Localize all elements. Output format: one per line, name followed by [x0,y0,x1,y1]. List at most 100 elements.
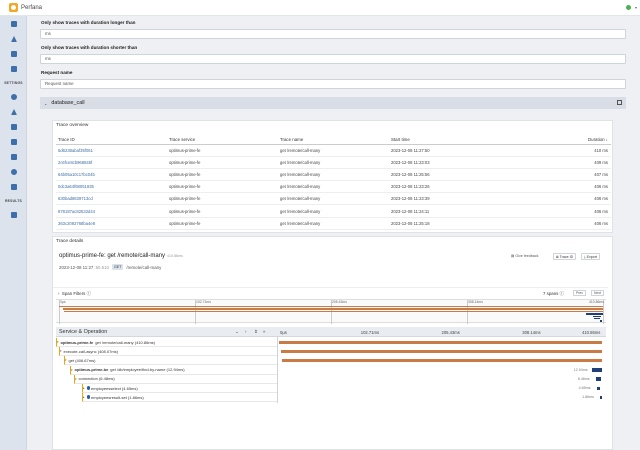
start-time-cell: 2023-12-08 11:25:56 [389,168,500,182]
span-name[interactable]: ▾ get (406.67ms) [64,356,277,366]
sidebar-item-send[interactable] [0,33,27,45]
span-row[interactable]: ▾ optimus-prime-be get /db/employee/find-b… [56,365,606,375]
perfana-logo[interactable]: Perfana [9,3,42,12]
sidebar-item-home[interactable] [0,18,27,30]
next-button[interactable]: Next [591,290,604,296]
service-operation-label: Service & Operation [59,329,108,335]
table-row[interactable]: 878187ac82532d44 optimus-prime-fe get /rem… [56,204,611,218]
trace-id-link[interactable]: 630bad6839713cd [56,192,167,206]
external-link-icon[interactable] [617,100,622,105]
span-name[interactable]: ▾ execute-call-async (408.07ms) [59,347,277,357]
sidebar-item-reports[interactable] [0,151,27,163]
span-filters-toggle[interactable]: › Span Filters ⓘ [58,291,91,297]
span-row[interactable]: ▾ execute-call-async (408.07ms) [56,347,606,357]
column-trace-id[interactable]: Trace ID [56,135,167,145]
timeline-tick-label: 308.14ms [522,330,541,335]
span-row[interactable]: ▸ employees result-set (1.86ms) 1.86ms [56,393,606,403]
expand-one-icon[interactable]: › [245,329,246,334]
span-name[interactable]: ▾ optimus-prime-be get /db/employee/find-b… [70,365,277,375]
duration-shorter-input[interactable]: ms [40,54,626,64]
trace-timestamp-suffix: :50.510 [94,264,109,270]
trace-name-cell: get /remote/call-many [278,204,389,218]
give-feedback-button[interactable]: ▤ Give feedback [511,254,538,258]
column-trace-service[interactable]: Trace service [167,135,278,145]
column-duration[interactable]: Duration ↓ [500,135,611,145]
trace-service-cell: optimus-prime-fe [167,180,278,194]
span-name[interactable]: ▾ connection (6.48ms) [74,374,277,384]
span-bar[interactable] [600,395,602,400]
expand-all-icon[interactable]: » [263,329,265,334]
chevron-down-icon[interactable]: ▾ [60,349,62,353]
accordion-title: database_call [51,100,85,106]
collapse-all-icon[interactable]: ⇕ [254,329,258,335]
span-bar[interactable] [591,368,602,372]
span-row[interactable]: ▾ optimus-prime-fe get /remote/call-many (… [56,338,606,347]
column-trace-name[interactable]: Trace name [278,135,389,145]
span-name[interactable]: ▸ employees result-set (1.86ms) [82,393,277,403]
chevron-down-icon[interactable]: ▾ [65,358,67,362]
start-time-cell: 2023-12-08 11:23:03 [389,156,500,169]
trace-id-button[interactable]: ⧉ Trace ID [553,253,577,260]
span-bar[interactable] [282,358,602,363]
trace-id-link[interactable]: 64b05a10c17bc04b [56,168,167,182]
sidebar-item-documents[interactable] [0,48,27,60]
span-name[interactable]: ▾ optimus-prime-fe get /remote/call-many (… [56,338,277,347]
span-row[interactable]: ▾ connection (6.48ms) 6.48ms [56,374,606,384]
table-row[interactable]: 0dc3a64f68051935 optimus-prime-fe get /rem… [56,180,611,194]
minimap-span-bar [599,320,603,322]
database-call-accordion[interactable]: ⌄ database_call [40,97,626,109]
span-operation: execute-call-async (408.07ms) [63,348,118,354]
span-bar[interactable] [281,349,602,354]
sidebar-item-results[interactable] [0,209,27,221]
settings-gear-icon [10,94,17,100]
sidebar-item-targets[interactable] [0,166,27,178]
table-row[interactable]: 5d6238abaf35f051 optimus-prime-fe get /rem… [56,144,611,157]
span-row[interactable]: ▾ get (406.67ms) [56,356,606,366]
duration-cell: 406 ms [500,204,611,218]
column-start-time[interactable]: Start time [389,135,500,145]
sort-arrow-icon: ↓ [605,136,608,142]
table-row[interactable]: 64b05a10c17bc04b optimus-prime-fe get /rem… [56,168,611,182]
chevron-down-icon[interactable]: ▾ [75,377,77,381]
sidebar-item-links[interactable] [0,181,27,193]
start-time-cell: 2023-12-08 11:23:39 [389,192,500,206]
chevron-down-icon[interactable]: ▸ [83,395,85,399]
status-indicator-icon[interactable] [626,5,631,10]
trace-id-link[interactable]: 5d6238abaf35f051 [56,144,167,157]
duration-longer-input[interactable]: ms [40,29,626,39]
main-content: Only show traces with duration longer th… [27,16,640,450]
span-row[interactable]: ▸ employees select (4.65ms) 4.65ms [56,384,606,393]
chevron-down-icon[interactable]: ▾ [71,368,73,372]
sidebar-item-tests[interactable] [0,106,27,118]
minimap-tick-label: 205.43ms [332,300,347,304]
span-bar[interactable] [279,340,602,344]
sidebar-item-checks[interactable] [0,136,27,148]
span-service: optimus-prime-fe [60,339,94,345]
timeline-tick-label: 0μs [280,330,287,335]
trace-id-link[interactable]: 2c6fce8cb968845f [56,156,167,169]
sidebar-section-settings: SETTINGS [4,81,23,85]
chevron-down-icon[interactable]: ⌄ [44,101,47,106]
trace-id-link[interactable]: 363c2092768ba4e8 [56,217,167,230]
trace-id-link[interactable]: 0dc3a64f68051935 [56,180,167,194]
table-row[interactable]: 363c2092768ba4e8 optimus-prime-fe get /rem… [56,217,611,230]
table-row[interactable]: 630bad6839713cd optimus-prime-fe get /remo… [56,192,611,206]
prev-button[interactable]: Prev [573,290,586,296]
chevron-down-icon[interactable]: ▸ [83,386,85,390]
collapse-one-icon[interactable]: ⌄ [235,329,239,335]
trace-minimap[interactable]: 0μs 102.71ms 205.43ms 308.14ms 410.86ms [56,299,606,324]
table-row[interactable]: 2c6fce8cb968845f optimus-prime-fe get /rem… [56,156,611,169]
request-name-input[interactable]: Request name [40,79,626,89]
sidebar-item-trends[interactable] [0,121,27,133]
span-bar[interactable] [595,377,601,381]
start-time-cell: 2023-12-08 11:27:50 [389,144,500,157]
trace-id-link[interactable]: 878187ac82532d44 [56,204,167,218]
chevron-down-icon[interactable]: ▾ [635,5,637,10]
download-icon: ⤓ [584,254,586,259]
span-name[interactable]: ▸ employees select (4.65ms) [82,384,277,393]
export-button[interactable]: ⤓ Export [581,253,600,260]
span-bar[interactable] [596,386,601,390]
sidebar-item-library[interactable] [0,63,27,75]
sidebar-item-settings[interactable] [0,91,27,103]
chevron-down-icon[interactable]: ▾ [57,340,59,344]
